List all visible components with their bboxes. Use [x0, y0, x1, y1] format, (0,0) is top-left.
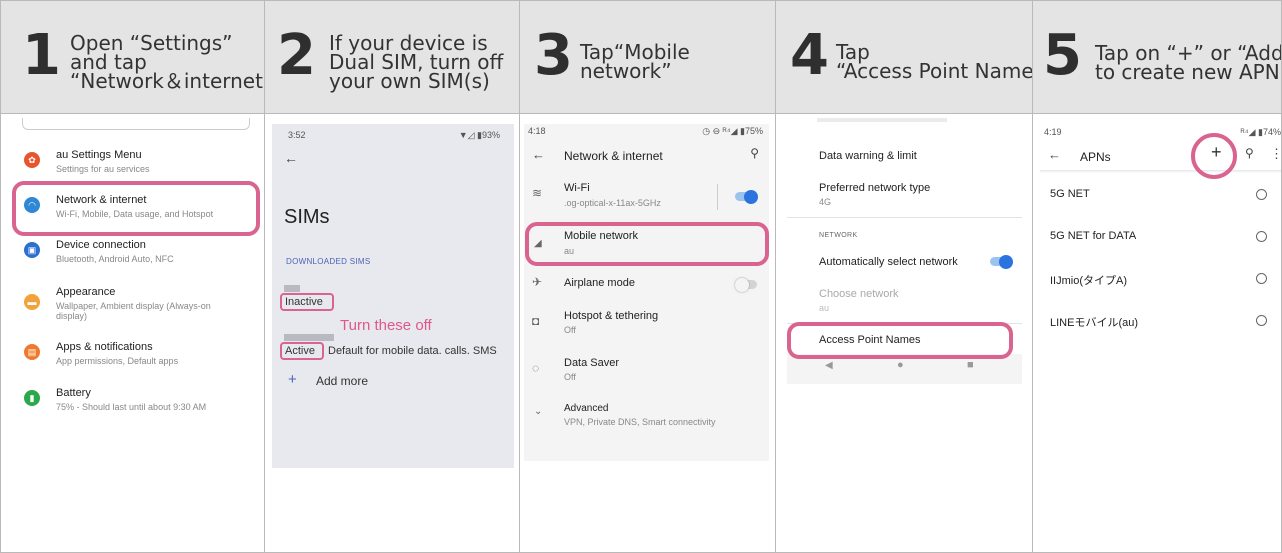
page-title: SIMs — [284, 206, 330, 228]
step-5-header: 5 Tap on “+” or “Add” to create new APN. — [1033, 0, 1282, 114]
step-number: 4 — [790, 23, 829, 88]
cut-off-row — [817, 118, 947, 122]
screenshot-sims: 3:52 ▼◿ ▮93% ← SIMs DOWNLOADED SIMS Inac… — [272, 124, 514, 468]
step-instruction: If your device is Dual SIM, turn off you… — [329, 31, 504, 93]
step-4-column: 4 Tap “Access Point Names” Data warning … — [775, 0, 1054, 553]
data-saver-icon: ◌ — [532, 361, 540, 375]
status-icons: ◷ ⊖ ᴿ⁴◢ ▮75% — [702, 126, 763, 136]
blurred-sim-name — [284, 285, 300, 292]
more-options-icon[interactable]: ⋮ — [1270, 146, 1282, 162]
section-label: DOWNLOADED SIMS — [286, 257, 371, 266]
annotation-text: Turn these off — [340, 317, 432, 334]
divider — [717, 184, 718, 210]
wifi-toggle[interactable] — [735, 189, 758, 204]
auto-select-toggle[interactable] — [990, 254, 1013, 269]
apn-radio[interactable] — [1256, 189, 1267, 200]
highlight-network-internet — [12, 181, 260, 236]
search-icon[interactable]: ⚲ — [1245, 146, 1254, 160]
nav-back-icon[interactable]: ◀ — [825, 360, 833, 371]
apn-radio[interactable] — [1256, 273, 1267, 284]
step-instruction: Tap on “+” or “Add” to create new APN. — [1095, 41, 1282, 84]
page-title: Network & internet — [564, 149, 663, 163]
add-more-button[interactable]: Add more — [316, 374, 368, 388]
gear-icon: ✿ — [24, 152, 40, 168]
step-number: 3 — [534, 23, 573, 88]
palette-icon: ▬ — [24, 294, 40, 310]
hotspot-icon: ◘ — [532, 314, 540, 328]
chevron-down-icon: ⌄ — [534, 406, 543, 417]
nav-recents-icon[interactable]: ■ — [967, 359, 974, 371]
blurred-sim-name — [284, 334, 334, 341]
toolbar-shadow — [1040, 170, 1282, 173]
step-1-header: 1 Open “Settings” and tap “Network＆inter… — [0, 0, 273, 114]
step-2-column: 2 If your device is Dual SIM, turn off y… — [264, 0, 519, 553]
wifi-icon: ≋ — [532, 186, 543, 200]
highlight-active — [280, 342, 324, 360]
nav-home-icon[interactable]: ● — [897, 359, 904, 371]
airplane-toggle[interactable] — [735, 277, 757, 292]
status-icons: ▼◿ ▮93% — [458, 130, 500, 140]
highlight-mobile-network — [525, 222, 769, 266]
screenshot-settings: ✿ au Settings Menu Settings for au servi… — [8, 118, 258, 448]
step-3-header: 3 Tap“Mobile network” — [520, 0, 775, 114]
step-4-header: 4 Tap “Access Point Names” — [776, 0, 1054, 114]
apn-radio[interactable] — [1256, 315, 1267, 326]
page-title: APNs — [1080, 150, 1111, 164]
add-icon[interactable]: + — [288, 371, 297, 388]
section-label: NETWORK — [819, 232, 858, 239]
step-number: 1 — [22, 23, 61, 88]
step-1-column: 1 Open “Settings” and tap “Network＆inter… — [0, 0, 273, 553]
step-number: 5 — [1043, 23, 1082, 88]
airplane-icon: ✈ — [532, 275, 543, 289]
step-instruction: Tap “Access Point Names” — [836, 40, 1055, 83]
step-instruction: Tap“Mobile network” — [580, 40, 690, 83]
search-icon[interactable]: ⚲ — [750, 146, 759, 160]
status-time: 4:19 — [1044, 127, 1062, 137]
divider — [787, 217, 1022, 218]
devices-icon: ▣ — [24, 242, 40, 258]
apn-radio[interactable] — [1256, 231, 1267, 242]
status-icons: ᴿ⁴◢ ▮74% — [1240, 127, 1281, 137]
search-bar[interactable] — [22, 118, 250, 130]
back-arrow-icon[interactable]: ← — [1048, 147, 1061, 162]
step-3-column: 3 Tap“Mobile network” 4:18 ◷ ⊖ ᴿ⁴◢ ▮75% … — [519, 0, 775, 553]
step-instruction: Open “Settings” and tap “Network＆interne… — [70, 31, 274, 93]
screenshot-apns: 4:19 ᴿ⁴◢ ▮74% ← APNs + ⚲ ⋮ 5G NET 5G NET… — [1040, 124, 1282, 350]
status-time: 3:52 — [288, 130, 306, 140]
step-5-column: 5 Tap on “+” or “Add” to create new APN.… — [1032, 0, 1282, 553]
status-time: 4:18 — [528, 126, 546, 136]
back-arrow-icon[interactable]: ← — [532, 147, 545, 162]
back-arrow-icon[interactable]: ← — [284, 150, 298, 166]
highlight-access-point-names — [787, 322, 1013, 359]
highlight-inactive — [280, 293, 334, 311]
step-2-header: 2 If your device is Dual SIM, turn off y… — [265, 0, 519, 114]
step-number: 2 — [277, 23, 316, 88]
apps-icon: ▤ — [24, 344, 40, 360]
sim-active-desc: Default for mobile data. calls. SMS — [328, 345, 497, 357]
battery-icon: ▮ — [24, 390, 40, 406]
screenshot-network-internet: 4:18 ◷ ⊖ ᴿ⁴◢ ▮75% ← Network & internet ⚲… — [524, 124, 769, 461]
highlight-add-button — [1191, 133, 1237, 179]
